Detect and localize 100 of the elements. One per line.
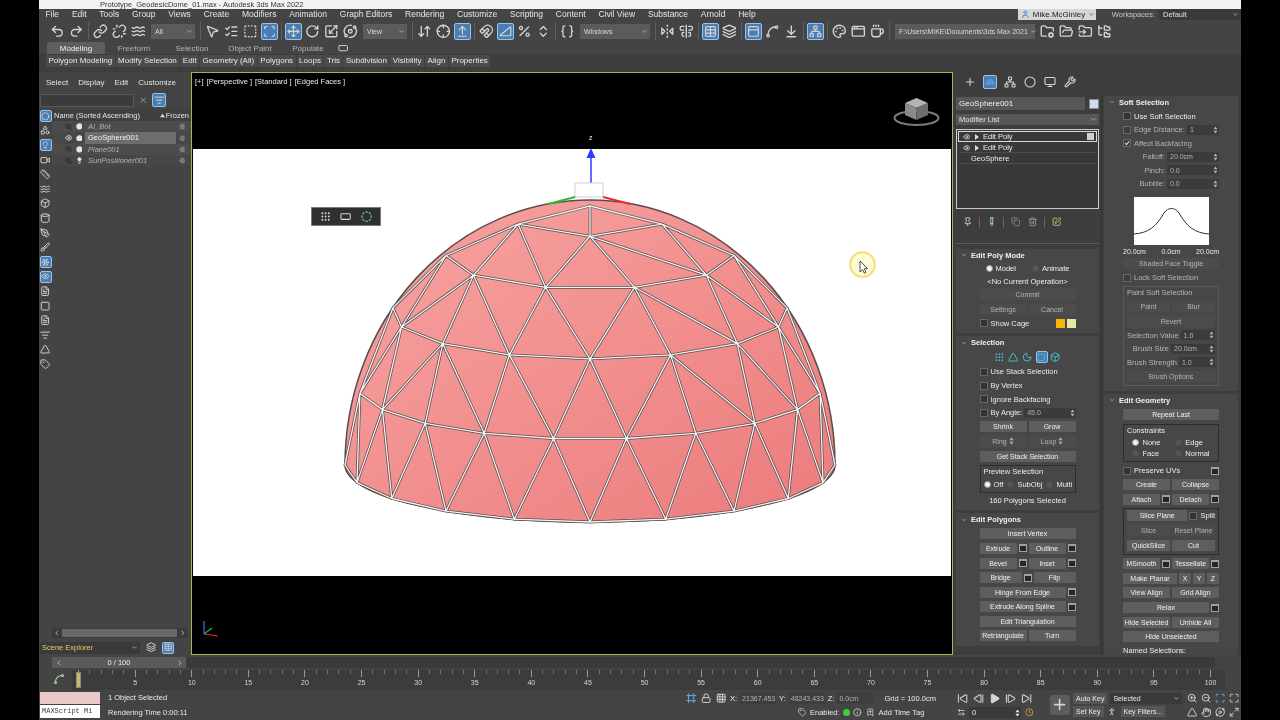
checkbox[interactable] bbox=[979, 367, 988, 376]
folder-gear-icon[interactable] bbox=[1039, 22, 1056, 40]
menu-item[interactable]: Content bbox=[549, 9, 593, 20]
hand-icon[interactable] bbox=[1200, 706, 1212, 718]
triangle-icon[interactable] bbox=[1007, 351, 1020, 364]
ribbon-panel-button[interactable]: Visibility bbox=[390, 54, 425, 67]
layers-icon[interactable] bbox=[145, 641, 157, 654]
table-icon[interactable] bbox=[162, 641, 174, 654]
expand-arrow-icon[interactable] bbox=[974, 144, 980, 151]
folder-tree-icon[interactable] bbox=[1096, 22, 1113, 40]
ribbon-tab[interactable]: Selection bbox=[163, 42, 221, 54]
user-menu[interactable]: Mike.McGinley bbox=[1017, 9, 1096, 20]
ribbon-panel-button[interactable]: Tris bbox=[324, 54, 343, 67]
layers-icon[interactable] bbox=[721, 22, 738, 40]
rotate-icon[interactable] bbox=[304, 22, 321, 40]
skip-back-icon[interactable] bbox=[956, 692, 969, 705]
square-icon[interactable] bbox=[1018, 544, 1027, 553]
radio-button[interactable] bbox=[1132, 439, 1140, 447]
menu-item[interactable]: Substance bbox=[641, 9, 695, 20]
ribbon-panel-button[interactable]: Geometry (All) bbox=[200, 54, 257, 67]
ribbon-panel-button[interactable]: Properties bbox=[448, 54, 491, 67]
circle-icon[interactable] bbox=[39, 110, 52, 122]
ribbon-panel-button[interactable]: Loops bbox=[296, 54, 324, 67]
radio-button[interactable] bbox=[985, 265, 993, 272]
dots-icon[interactable] bbox=[993, 351, 1006, 364]
explorer-menu-item[interactable]: Edit bbox=[109, 77, 134, 87]
lock-icon[interactable] bbox=[700, 692, 712, 705]
color-swatch-icon[interactable] bbox=[1055, 318, 1065, 328]
checkbox[interactable] bbox=[1123, 466, 1131, 475]
explorer-menu-item[interactable]: Customize bbox=[133, 77, 182, 87]
square-icon[interactable] bbox=[1211, 559, 1219, 568]
plus-icon[interactable] bbox=[1050, 695, 1070, 715]
menu-item[interactable]: Rendering bbox=[398, 9, 451, 20]
chevron-left-icon[interactable] bbox=[54, 658, 63, 667]
menu-item[interactable]: Arnold bbox=[694, 9, 732, 20]
curve-icon[interactable] bbox=[764, 22, 781, 40]
magnet-icon[interactable] bbox=[478, 22, 495, 40]
scan-frame-icon[interactable] bbox=[1214, 692, 1226, 704]
mirror-icon[interactable] bbox=[659, 22, 676, 40]
explorer-menu-item[interactable]: Select bbox=[41, 77, 74, 87]
square-icon[interactable] bbox=[1162, 495, 1170, 504]
menu-item[interactable]: Tools bbox=[92, 9, 126, 20]
menu-item[interactable]: Modifiers bbox=[235, 9, 283, 20]
dots-icon[interactable] bbox=[318, 210, 332, 223]
menu-item[interactable]: Animation bbox=[282, 9, 334, 20]
checkbox[interactable] bbox=[979, 319, 988, 328]
curve-icon[interactable] bbox=[52, 672, 66, 687]
ribbon-tab[interactable]: Populate bbox=[279, 42, 337, 54]
crosshair-icon[interactable] bbox=[435, 22, 452, 40]
square-icon[interactable] bbox=[1211, 603, 1219, 612]
menu-item[interactable]: Help bbox=[731, 9, 763, 20]
menu-item[interactable]: Civil View bbox=[592, 9, 642, 20]
square-icon[interactable] bbox=[1211, 466, 1219, 475]
wrench-icon[interactable] bbox=[1063, 75, 1077, 89]
maximize-icon[interactable] bbox=[1228, 692, 1240, 704]
braces-icon[interactable] bbox=[559, 22, 576, 40]
ribbon-panel-button[interactable]: Modify Selection bbox=[115, 54, 180, 67]
zoom-out-icon[interactable] bbox=[1200, 692, 1212, 704]
circle-icon[interactable] bbox=[1023, 75, 1037, 89]
dashed-circle-icon[interactable] bbox=[360, 210, 374, 223]
unlink-icon[interactable] bbox=[111, 22, 128, 40]
tag-icon[interactable] bbox=[797, 707, 807, 718]
play-icon[interactable] bbox=[988, 692, 1001, 705]
scale-icon[interactable] bbox=[323, 22, 340, 40]
table-icon[interactable] bbox=[702, 22, 719, 40]
zoom-in-icon[interactable] bbox=[1186, 692, 1198, 704]
triangle-icon[interactable] bbox=[39, 343, 52, 356]
expand-icon[interactable] bbox=[1228, 706, 1240, 718]
brush-icon[interactable] bbox=[39, 241, 52, 254]
monitor-icon[interactable] bbox=[1043, 75, 1057, 89]
move-gizmo[interactable] bbox=[547, 148, 631, 205]
orbit-icon[interactable] bbox=[1214, 706, 1226, 718]
eye-icon[interactable] bbox=[64, 133, 73, 143]
box-icon[interactable] bbox=[39, 197, 52, 210]
folder-arrow-icon[interactable] bbox=[1077, 22, 1094, 40]
radio-button[interactable] bbox=[983, 480, 991, 488]
panel-icon[interactable] bbox=[745, 22, 762, 40]
scrollbar-thumb[interactable] bbox=[62, 629, 177, 637]
network-icon[interactable] bbox=[1003, 75, 1017, 89]
square-icon[interactable] bbox=[1162, 559, 1170, 568]
rectangle-icon[interactable] bbox=[337, 42, 349, 54]
ribbon-panel-button[interactable]: Edit bbox=[180, 54, 200, 67]
menu-item[interactable]: Edit bbox=[65, 9, 93, 20]
color-swatch-icon[interactable] bbox=[1089, 98, 1099, 109]
eye-icon[interactable] bbox=[39, 270, 52, 283]
menu-item[interactable]: Create bbox=[197, 9, 236, 20]
square-icon[interactable] bbox=[1211, 495, 1219, 504]
ribbon-panel-button[interactable]: Polygon Modeling bbox=[46, 54, 115, 67]
crescent-icon[interactable] bbox=[1021, 351, 1034, 364]
snowflake-icon[interactable] bbox=[39, 255, 52, 268]
scan-frame-icon[interactable] bbox=[261, 22, 278, 40]
square-icon[interactable] bbox=[1067, 602, 1076, 611]
menu-item[interactable]: Customize bbox=[450, 9, 504, 20]
ribbon-panel-button[interactable]: Polygons bbox=[257, 54, 296, 67]
color-swatch-icon[interactable] bbox=[1066, 318, 1076, 328]
pin-icon[interactable] bbox=[962, 216, 973, 228]
arrows-icon[interactable] bbox=[956, 707, 966, 718]
menu-item[interactable]: Graph Editors bbox=[333, 9, 399, 20]
cube-icon[interactable] bbox=[1049, 351, 1062, 364]
square-icon[interactable] bbox=[1067, 559, 1076, 567]
